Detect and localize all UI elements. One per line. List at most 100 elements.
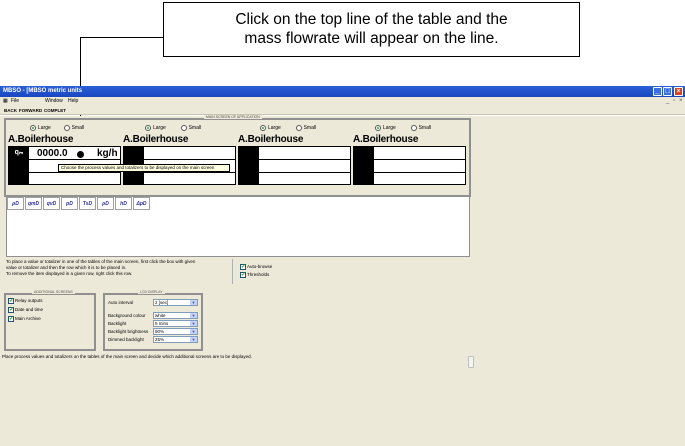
close-button[interactable]: × xyxy=(674,87,683,96)
chevron-down-icon: ▼ xyxy=(190,300,197,305)
relay-outputs-checkbox[interactable]: ✓ xyxy=(8,297,14,304)
back-button[interactable]: BACK xyxy=(4,106,17,115)
panel-4-size-options: Large Small xyxy=(375,124,431,132)
row-tag-cell xyxy=(354,173,374,185)
lcd-display-title: LCD DISPLAY xyxy=(138,290,165,294)
panel-3-small-radio[interactable] xyxy=(295,125,302,131)
thresholds-checkbox[interactable]: ✓ xyxy=(240,271,246,278)
complete-button[interactable]: COMPLET xyxy=(44,106,66,115)
panel-3-title: A.Boilerhouse xyxy=(238,134,304,145)
main-archive-checkbox[interactable]: ✓ xyxy=(8,315,14,322)
additional-screens-title: ADDITIONAL SCREENS xyxy=(32,290,75,294)
auto-interval-label: Auto interval xyxy=(108,300,134,305)
chevron-down-icon: ▼ xyxy=(190,321,197,326)
row-tag-cell xyxy=(124,173,144,185)
menu-bar: ▦ File Window Help xyxy=(0,97,685,106)
mdi-restore-icon[interactable]: ▫ xyxy=(673,98,675,104)
panel-4-title: A.Boilerhouse xyxy=(353,134,419,145)
chevron-down-icon: ▼ xyxy=(190,337,197,342)
panel-2-large-radio[interactable] xyxy=(145,125,151,131)
panel-3-row-2[interactable] xyxy=(239,160,350,173)
panel-4-table xyxy=(353,146,466,185)
row-tag-cell xyxy=(239,160,259,172)
status-hint-text: Place process values and totalizers on t… xyxy=(2,354,252,359)
row-tag-cell xyxy=(354,147,374,159)
auto-browse-option[interactable]: ✓Auto-browse xyxy=(240,263,272,270)
date-time-option[interactable]: ✓Date and time xyxy=(8,306,43,313)
panel-4-row-1[interactable] xyxy=(354,147,465,160)
panel-1-row-3[interactable] xyxy=(9,173,120,186)
main-archive-option[interactable]: ✓Main Archive xyxy=(8,315,41,322)
mdi-minimize-icon[interactable]: _ xyxy=(666,98,669,104)
panel-4-large-radio[interactable] xyxy=(375,125,381,131)
stage: Click on the top line of the table and t… xyxy=(0,0,685,446)
row-tag-cell xyxy=(124,147,144,159)
backlight-brightness-label: Backlight brightness xyxy=(108,329,149,334)
panel-4-small-radio[interactable] xyxy=(410,125,417,131)
panel-1-size-options: Large Small xyxy=(30,124,84,132)
background-colour-select[interactable]: white ▼ xyxy=(153,312,198,319)
row-tag-cell xyxy=(9,160,29,172)
menu-help[interactable]: Help xyxy=(68,97,78,106)
relay-outputs-option[interactable]: ✓Relay outputs xyxy=(8,297,43,304)
panel-2-row-3[interactable] xyxy=(124,173,235,186)
forward-button[interactable]: FORWARD xyxy=(19,106,42,115)
thresholds-option[interactable]: ✓Thresholds xyxy=(240,271,269,278)
palette-density-2-button[interactable]: ρD xyxy=(97,197,114,210)
window-title: MBSO - [MBSO metric units xyxy=(3,88,83,94)
window-titlebar[interactable]: MBSO - [MBSO metric units _ □ × xyxy=(0,86,685,97)
panel-2-title: A.Boilerhouse xyxy=(123,134,189,145)
panel-4-row-2[interactable] xyxy=(354,160,465,173)
panel-3-row-3[interactable] xyxy=(239,173,350,186)
dimmed-backlight-label: Dimmed backlight xyxy=(108,337,144,342)
palette-enthalpy-button[interactable]: hD xyxy=(115,197,132,210)
mass-flowrate-unit: kg/h xyxy=(97,148,118,159)
panel-1-title: A.Boilerhouse xyxy=(8,134,74,145)
menu-app-icon[interactable]: ▦ xyxy=(3,97,8,106)
toolbar: BACK FORWARD COMPLET xyxy=(0,106,685,115)
palette-pressure-button[interactable]: pD xyxy=(61,197,78,210)
divider xyxy=(232,259,233,284)
panel-3-row-1[interactable] xyxy=(239,147,350,160)
maximize-button[interactable]: □ xyxy=(663,87,672,96)
background-colour-label: Background colour xyxy=(108,313,146,318)
dimmed-backlight-select[interactable]: 25% ▼ xyxy=(153,336,198,343)
backlight-select[interactable]: 5 mins ▼ xyxy=(153,320,198,327)
panel-2-size-options: Large Small xyxy=(145,124,201,132)
date-time-checkbox[interactable]: ✓ xyxy=(8,306,14,313)
palette-density-button[interactable]: ρD xyxy=(7,197,24,210)
row-tag-cell xyxy=(239,147,259,159)
panel-1-row-1[interactable]: qₘ 0000.0 kg/h xyxy=(9,147,120,160)
panel-1-large-radio[interactable] xyxy=(30,125,36,131)
callout-box: Click on the top line of the table and t… xyxy=(163,2,580,57)
auto-interval-select[interactable]: 2 [sec] ▼ xyxy=(153,299,198,306)
callout-pointer-dot xyxy=(77,151,84,158)
mdi-close-icon[interactable]: × xyxy=(679,98,683,104)
callout-leader-horizontal xyxy=(80,37,164,38)
backlight-brightness-select[interactable]: 90% ▼ xyxy=(153,328,198,335)
palette-volume-flow-button[interactable]: qvD xyxy=(43,197,60,210)
row-tag-cell xyxy=(239,173,259,185)
row-tag-cell: qₘ xyxy=(9,147,29,159)
menu-window[interactable]: Window xyxy=(45,97,63,106)
panel-3-large-radio[interactable] xyxy=(260,125,266,131)
palette-mass-flow-button[interactable]: qmD xyxy=(25,197,42,210)
instructions-text: To place a value or totalizer in one of … xyxy=(6,259,196,276)
mass-flowrate-value: 0000.0 xyxy=(37,148,68,159)
panel-2-small-radio[interactable] xyxy=(180,125,187,131)
menu-file[interactable]: File xyxy=(11,97,19,106)
row-tag-cell xyxy=(9,173,29,185)
row-tag-cell xyxy=(354,160,374,172)
panel-1-small-radio[interactable] xyxy=(63,125,70,131)
auto-browse-checkbox[interactable]: ✓ xyxy=(240,263,246,270)
callout-line-2: mass flowrate will appear on the line. xyxy=(244,30,499,47)
palette-temperature-button[interactable]: TsD xyxy=(79,197,96,210)
side-handle-button[interactable] xyxy=(468,356,474,368)
palette-diff-pressure-button[interactable]: ΔpD xyxy=(133,197,150,210)
minimize-button[interactable]: _ xyxy=(653,87,662,96)
callout-line-1: Click on the top line of the table and t… xyxy=(235,11,508,28)
panel-3-table xyxy=(238,146,351,185)
panel-3-size-options: Large Small xyxy=(260,124,316,132)
panel-2-row-1[interactable] xyxy=(124,147,235,160)
panel-4-row-3[interactable] xyxy=(354,173,465,186)
